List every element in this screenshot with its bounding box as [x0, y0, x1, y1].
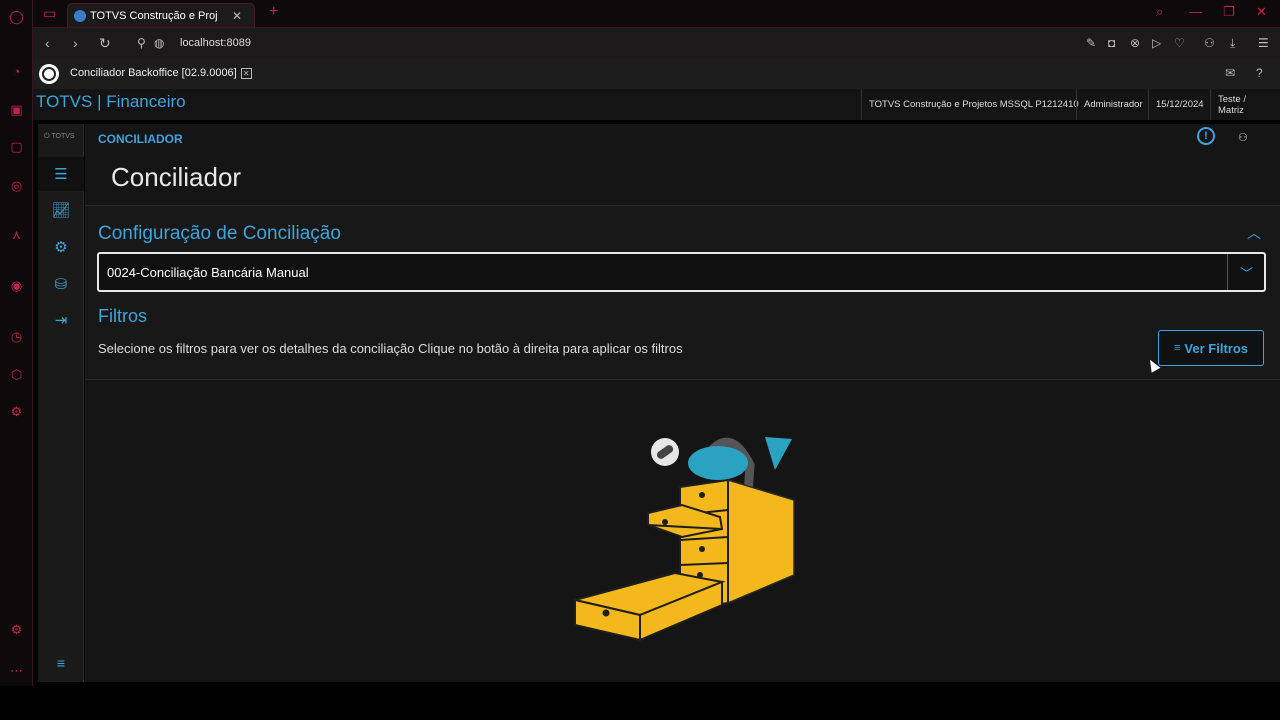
menu-logout-icon[interactable]: ⇥: [38, 303, 84, 337]
download-icon[interactable]: ⤓: [1230, 36, 1235, 51]
history-icon[interactable]: ◷: [8, 328, 25, 345]
address-bar: ‹ › ↻ ⚲ ◍ localhost:8089 ✎ ◘ ⊗ ▷ ♡ ⚇ ⤓ ☰: [33, 27, 1280, 59]
profile-icon[interactable]: ⚇: [1204, 36, 1215, 50]
menu-list-icon[interactable]: ☰: [38, 157, 84, 191]
browser-tab[interactable]: TOTVS Construção e Projet ✕: [67, 3, 255, 27]
app-tab[interactable]: Conciliador Backoffice [02.9.0006] ✕: [70, 67, 252, 79]
minimize-icon[interactable]: —: [1189, 4, 1202, 19]
player-icon[interactable]: ◉: [8, 277, 25, 294]
filters-description: Selecione os filtros para ver os detalhe…: [98, 341, 683, 356]
chevron-down-icon[interactable]: ﹀: [1227, 254, 1265, 290]
user-icon[interactable]: ⚇: [1238, 131, 1248, 144]
config-select[interactable]: 0024-Conciliação Bancária Manual ﹀: [97, 252, 1266, 292]
globe-icon: ◍: [154, 36, 165, 50]
alert-icon[interactable]: !: [1197, 127, 1215, 145]
ver-filtros-button[interactable]: ≡ Ver Filtros: [1158, 330, 1264, 366]
taskbar-strip: [0, 686, 1280, 720]
cube-icon[interactable]: ⬡: [8, 366, 25, 383]
speed-dial-icon[interactable]: ◔: [8, 63, 25, 80]
browser-sidebar: ◯ ◔ ▣ ▢ ◎ ⋏ ◉ ◷ ⬡ ⚙ ⚙ ⋯: [0, 0, 33, 686]
empty-state-illustration: [574, 437, 795, 642]
side-menu: ⏻ TOTVS ☰ 📈︎ ⚙ ⛁ ⇥: [38, 124, 84, 682]
restore-icon[interactable]: ❐: [1223, 4, 1235, 20]
reload-icon[interactable]: ↻: [99, 35, 111, 52]
ver-filtros-label: Ver Filtros: [1184, 340, 1248, 356]
filters-title: Filtros: [98, 306, 147, 326]
site-info-icon[interactable]: ⚲: [137, 36, 146, 50]
user-info[interactable]: Administrador: [1076, 89, 1150, 120]
send-icon[interactable]: ▷: [1152, 36, 1161, 50]
menu-chart-icon[interactable]: 📈︎: [38, 193, 84, 227]
config-card: Configuração de Conciliação ︿ 0024-Conci…: [85, 205, 1280, 380]
close-window-icon[interactable]: ✕: [1256, 4, 1267, 20]
extensions-icon[interactable]: ⚙: [8, 621, 25, 638]
camera-icon[interactable]: ◘: [1108, 36, 1115, 50]
product-bar: TOTVS | Financeiro TOTVS Construção e Pr…: [33, 89, 1280, 120]
heart-icon[interactable]: ♡: [1174, 36, 1185, 50]
opera-logo-icon[interactable]: ◯: [8, 8, 25, 25]
mail-icon[interactable]: ✉: [1225, 66, 1235, 80]
app-tab-close-icon[interactable]: ✕: [240, 67, 252, 79]
menu-logo: ⏻ TOTVS: [44, 133, 75, 140]
settings-icon[interactable]: ⚙: [8, 403, 25, 420]
app-header: Conciliador Backoffice [02.9.0006] ✕ ✉ ?: [33, 59, 1280, 89]
edit-icon[interactable]: ✎: [1086, 36, 1096, 50]
url-field[interactable]: localhost:8089: [180, 37, 251, 49]
date-info[interactable]: 15/12/2024: [1148, 89, 1211, 120]
back-icon[interactable]: ‹: [45, 35, 50, 51]
bag-icon[interactable]: ▣: [8, 101, 25, 118]
menu-database-icon[interactable]: ⛁: [38, 267, 84, 301]
menu-collapse-icon[interactable]: ≡: [38, 648, 84, 678]
filter-icon: ≡: [1174, 342, 1181, 354]
easy-setup-icon[interactable]: ☰: [1258, 36, 1269, 50]
config-title: Configuração de Conciliação: [98, 223, 341, 244]
browser-tabbar: ▭ TOTVS Construção e Projet ✕ + ⌕ — ❐ ✕: [33, 0, 1280, 27]
new-tab-button[interactable]: +: [269, 3, 278, 21]
totvs-logo-icon: [39, 64, 59, 84]
adblock-icon[interactable]: ⊗: [1130, 36, 1140, 50]
help-icon[interactable]: ?: [1256, 66, 1263, 80]
config-select-value: 0024-Conciliação Bancária Manual: [107, 265, 309, 280]
more-icon[interactable]: ⋯: [8, 662, 25, 679]
company-info[interactable]: TOTVS Construção e Projetos MSSQL P12124…: [861, 89, 1086, 120]
branch-info[interactable]: Teste / Matriz: [1210, 89, 1280, 120]
product-name: TOTVS | Financeiro: [36, 92, 186, 111]
tab-close-icon[interactable]: ✕: [232, 9, 242, 23]
gamepad-icon[interactable]: ▭: [43, 5, 56, 22]
forward-icon[interactable]: ›: [73, 35, 78, 51]
search-tabs-icon[interactable]: ⌕: [1156, 4, 1163, 20]
menu-settings-icon[interactable]: ⚙: [38, 230, 84, 264]
breadcrumb[interactable]: CONCILIADOR: [98, 132, 183, 146]
tab-title: TOTVS Construção e Projet: [90, 9, 218, 22]
app-tab-label: Conciliador Backoffice [02.9.0006]: [70, 67, 237, 79]
twitch-icon[interactable]: ▢: [8, 138, 25, 155]
instagram-icon[interactable]: ◎: [8, 177, 25, 194]
aria-icon[interactable]: ⋏: [8, 226, 25, 243]
page-title: Conciliador: [111, 162, 242, 192]
site-icon: [74, 9, 86, 22]
chevron-up-icon[interactable]: ︿: [1247, 223, 1261, 243]
